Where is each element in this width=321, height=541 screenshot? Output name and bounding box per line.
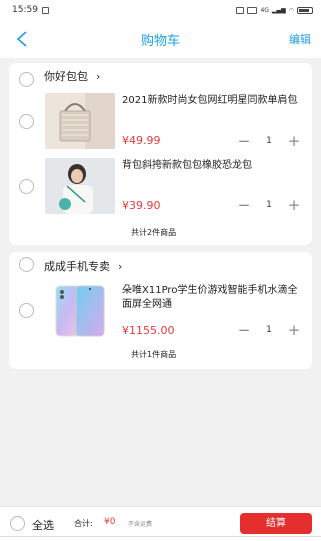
quantity-stepper: − 1 + (236, 131, 302, 150)
product-image[interactable] (45, 93, 115, 149)
back-arrow-icon[interactable] (14, 30, 32, 48)
shop-select-radio[interactable] (19, 72, 34, 87)
shop-card: 你好包包 › 2021新款时尚女包网红明星同款单肩包 ¥49.99 − 1 + (9, 63, 312, 245)
chevron-right-icon: › (96, 69, 101, 83)
product-name[interactable]: 朵唯X11Pro学生价游戏智能手机水滴全面屏全网通 (122, 284, 300, 312)
status-time: 15:59 (12, 5, 38, 15)
handbag-image (45, 93, 115, 149)
shop-select-radio[interactable] (19, 257, 34, 272)
plus-icon[interactable]: + (286, 322, 302, 338)
vibrate-icon (247, 6, 258, 14)
minus-icon[interactable]: − (236, 197, 252, 213)
quantity-stepper: − 1 + (236, 320, 302, 339)
shop-name: 你好包包 (44, 70, 88, 83)
item-count-summary: 共计1件商品 (131, 350, 177, 359)
quantity-stepper: − 1 + (236, 195, 302, 214)
quantity-value[interactable]: 1 (257, 323, 281, 337)
plus-icon[interactable]: + (286, 133, 302, 149)
status-bar: 15:59 4G ▂▄▆ ◠ (0, 0, 321, 20)
alarm-icon (236, 6, 245, 14)
select-all-label[interactable]: 全选 (32, 517, 54, 533)
item-select-radio[interactable] (19, 303, 34, 318)
product-name[interactable]: 背包斜挎新款包包橡胶恐龙包 (122, 159, 300, 173)
minus-icon[interactable]: − (236, 133, 252, 149)
page-title: 购物车 (140, 33, 180, 49)
product-price: ¥1155.00 (122, 324, 175, 337)
product-name[interactable]: 2021新款时尚女包网红明星同款单肩包 (122, 94, 300, 108)
item-select-radio[interactable] (19, 114, 34, 129)
battery-icon (297, 6, 313, 14)
minus-icon[interactable]: − (236, 322, 252, 338)
nav-bar: 购物车 编辑 (0, 20, 321, 58)
product-image[interactable] (54, 283, 107, 339)
product-price: ¥49.99 (122, 134, 161, 147)
total-label: 合计: (74, 519, 93, 528)
signal-icon: ▂▄▆ (271, 6, 286, 14)
checkout-button[interactable]: 结算 (240, 513, 312, 534)
divider (0, 536, 321, 541)
edit-button[interactable]: 编辑 (289, 31, 311, 47)
quantity-value[interactable]: 1 (257, 134, 281, 148)
shop-header[interactable]: 成成手机专卖 › (44, 258, 122, 274)
quantity-value[interactable]: 1 (257, 198, 281, 212)
wifi-icon: ◠ (288, 6, 294, 14)
notification-icon (41, 6, 49, 14)
chevron-right-icon: › (118, 259, 123, 273)
network-label: 4G (260, 6, 269, 14)
shop-header[interactable]: 你好包包 › (44, 68, 100, 84)
total-value: ¥0 (104, 517, 116, 527)
shop-card: 成成手机专卖 › 朵唯X11Pro学生价游戏智能手机水滴全面屏全网通 ¥1155… (9, 252, 312, 369)
product-image[interactable] (45, 158, 115, 214)
item-count-summary: 共计2件商品 (131, 228, 177, 237)
shop-name: 成成手机专卖 (44, 260, 110, 273)
phone-image (55, 285, 105, 337)
backpack-image (45, 158, 115, 214)
plus-icon[interactable]: + (286, 197, 302, 213)
select-all-radio[interactable] (10, 516, 25, 531)
item-select-radio[interactable] (19, 179, 34, 194)
product-price: ¥39.90 (122, 199, 161, 212)
shipping-note: 不含运费 (128, 521, 153, 528)
